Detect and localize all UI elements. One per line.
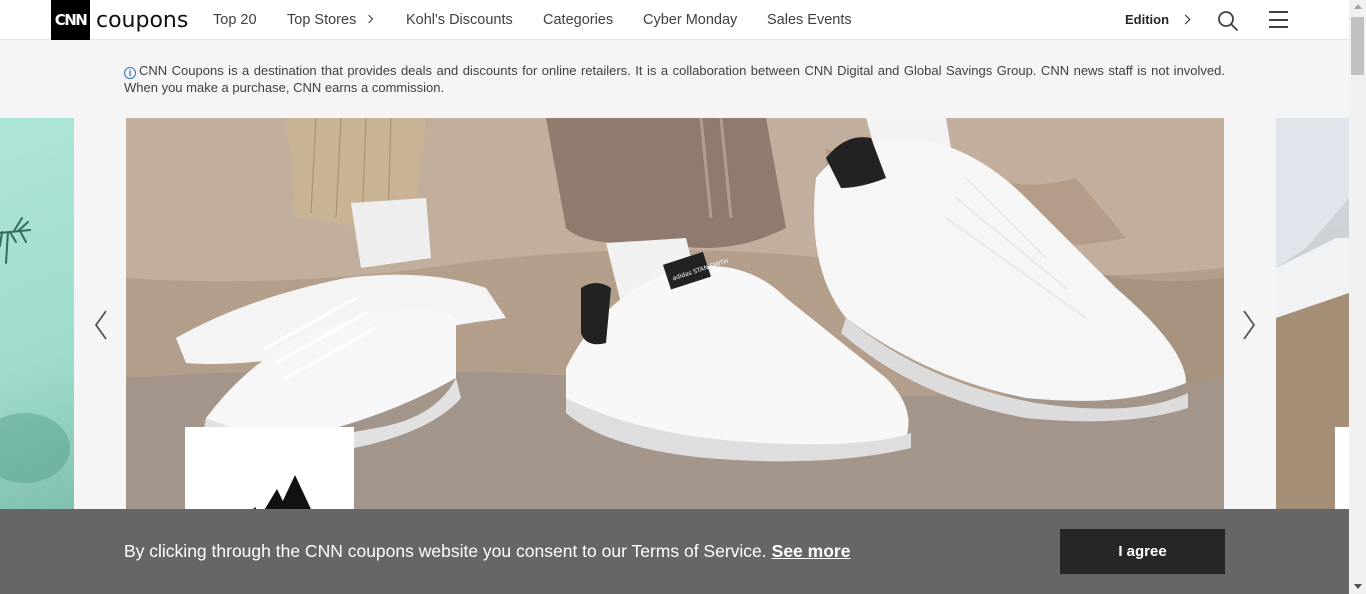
edition-label: Edition bbox=[1125, 12, 1170, 27]
plant-illustration-icon bbox=[0, 217, 70, 483]
scroll-up-arrow-icon[interactable] bbox=[1354, 4, 1362, 9]
cnn-logo-mark: CNN bbox=[51, 0, 90, 40]
search-icon bbox=[1218, 11, 1238, 31]
menu-line bbox=[1269, 18, 1288, 21]
i-agree-button[interactable]: I agree bbox=[1060, 529, 1225, 574]
menu-line bbox=[1269, 26, 1288, 28]
page-scrollbar[interactable] bbox=[1349, 0, 1366, 594]
nav-label: Top 20 bbox=[213, 12, 257, 28]
chevron-right-icon bbox=[365, 14, 374, 24]
carousel-main-slide[interactable]: adidas STAN SMITH bbox=[126, 118, 1224, 518]
nav-label: Sales Events bbox=[767, 12, 852, 28]
store-logo-card-next bbox=[1335, 427, 1349, 517]
carousel-next-button[interactable] bbox=[1241, 309, 1257, 341]
carousel-next-slide-peek[interactable] bbox=[1276, 118, 1349, 518]
carousel-prev-slide-peek[interactable] bbox=[0, 118, 74, 518]
top-navigation-bar: CNN coupons Top 20 Top Stores Kohl's Dis… bbox=[0, 0, 1349, 40]
carousel-prev-button[interactable] bbox=[93, 309, 109, 341]
scrollbar-thumb[interactable] bbox=[1351, 17, 1364, 75]
nav-categories[interactable]: Categories bbox=[543, 0, 613, 40]
see-more-link[interactable]: See more bbox=[772, 541, 851, 561]
cookie-consent-banner: By clicking through the CNN coupons webs… bbox=[0, 509, 1349, 594]
chevron-left-icon bbox=[94, 310, 107, 340]
adidas-logo-icon bbox=[244, 475, 316, 518]
nav-kohls-discounts[interactable]: Kohl's Discounts bbox=[406, 0, 513, 40]
chevron-right-icon bbox=[1180, 14, 1191, 25]
nav-top-stores[interactable]: Top Stores bbox=[287, 0, 374, 40]
scroll-down-arrow-icon[interactable] bbox=[1354, 584, 1362, 589]
cnn-coupons-logo[interactable]: CNN coupons bbox=[51, 0, 188, 40]
nav-label: Top Stores bbox=[287, 12, 357, 28]
menu-line bbox=[1269, 11, 1288, 13]
disclaimer-text: CNN Coupons is a destination that provid… bbox=[124, 63, 1225, 95]
hamburger-menu-button[interactable] bbox=[1269, 11, 1288, 28]
chevron-right-icon bbox=[1243, 310, 1256, 340]
nav-label: Kohl's Discounts bbox=[406, 12, 513, 28]
affiliate-disclaimer: i CNN Coupons is a destination that provi… bbox=[124, 62, 1225, 96]
nav-top-20[interactable]: Top 20 bbox=[213, 0, 257, 40]
info-icon: i bbox=[124, 67, 136, 79]
cookie-consent-text: By clicking through the CNN coupons webs… bbox=[124, 541, 850, 562]
nav-cyber-monday[interactable]: Cyber Monday bbox=[643, 0, 737, 40]
nav-sales-events[interactable]: Sales Events bbox=[767, 0, 852, 40]
store-logo-card[interactable] bbox=[185, 427, 354, 518]
coupons-wordmark: coupons bbox=[96, 7, 189, 33]
nav-label: Categories bbox=[543, 12, 614, 28]
search-button[interactable] bbox=[1217, 10, 1239, 32]
edition-selector[interactable]: Edition bbox=[1125, 0, 1191, 40]
nav-label: Cyber Monday bbox=[643, 12, 738, 28]
cookie-message: By clicking through the CNN coupons webs… bbox=[124, 541, 767, 561]
